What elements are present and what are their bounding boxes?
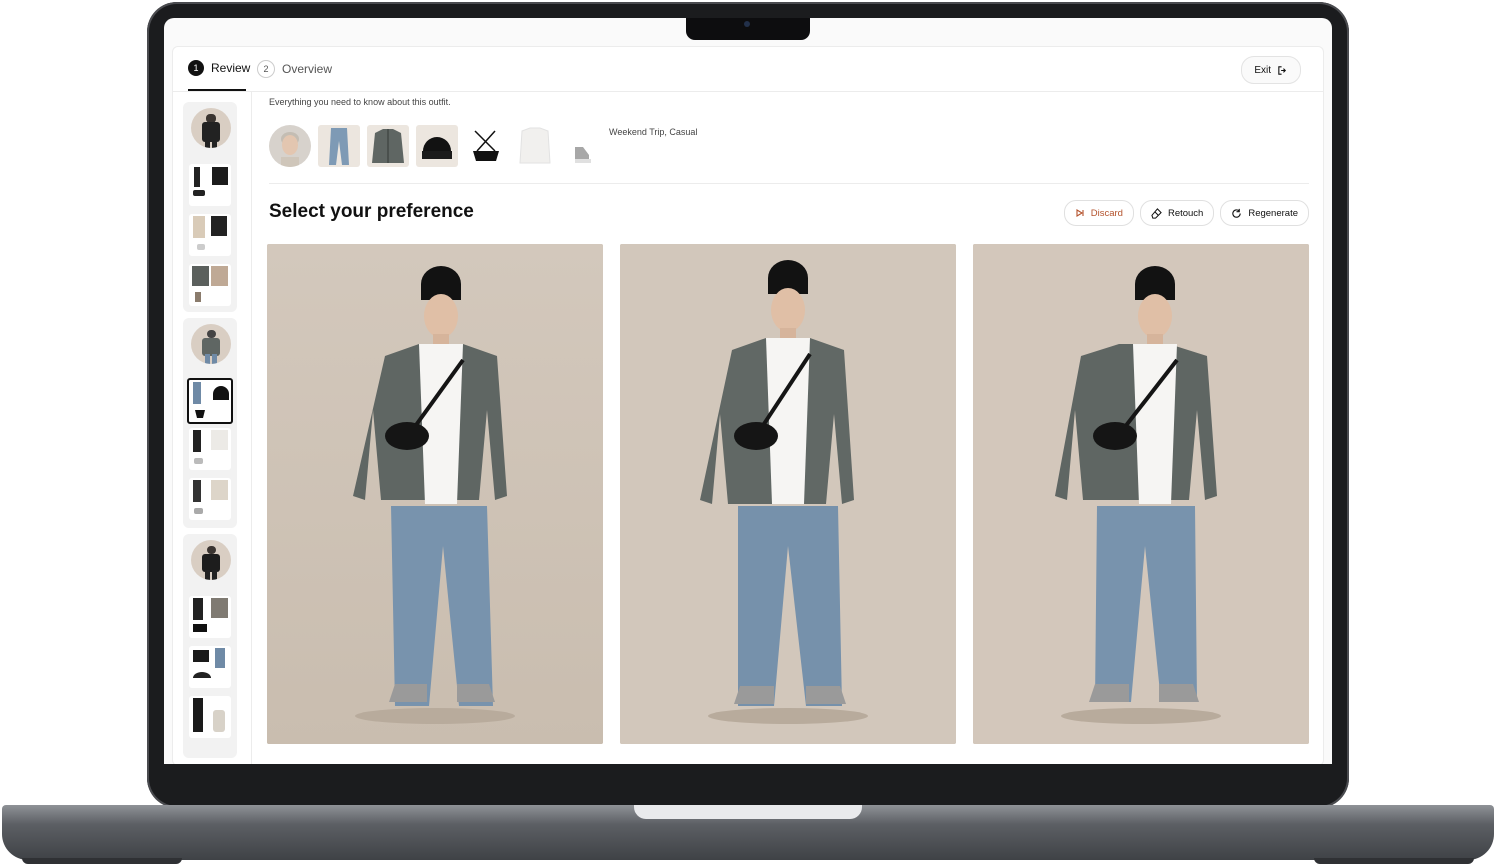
avatar: [191, 108, 231, 148]
base-notch: [634, 805, 862, 819]
retouch-label: Retouch: [1167, 207, 1204, 219]
laptop-foot: [22, 858, 182, 864]
camera-icon: [744, 21, 750, 27]
skip-icon: [1076, 209, 1084, 217]
item-sneakers[interactable]: [563, 125, 605, 167]
arrow-exit-icon: [1278, 65, 1287, 75]
outfit-group[interactable]: [183, 102, 237, 312]
generated-images: [267, 244, 1309, 744]
item-crossbody-bag[interactable]: [465, 125, 507, 167]
refresh-icon: [1232, 208, 1242, 218]
item-beanie[interactable]: [416, 125, 458, 167]
step-review[interactable]: 1 Review: [188, 60, 250, 76]
outfit-description: Everything you need to know about this o…: [269, 97, 451, 107]
regenerate-button[interactable]: Regenerate: [1220, 200, 1309, 226]
outfit-group[interactable]: [183, 534, 237, 758]
outfit-thumbnail-selected[interactable]: [187, 378, 233, 424]
generated-image-option[interactable]: [267, 244, 603, 744]
active-step-indicator: [188, 89, 246, 91]
regenerate-label: Regenerate: [1248, 207, 1298, 219]
section-title: Select your preference: [269, 201, 474, 222]
exit-label: Exit: [1254, 64, 1271, 76]
generated-image-option[interactable]: [620, 244, 956, 744]
camera-notch: [686, 18, 810, 40]
step-label: Review: [211, 61, 251, 75]
step-overview[interactable]: 2 Overview: [257, 60, 332, 78]
app-window: 1 Review 2 Overview Exit Everything you …: [172, 46, 1324, 764]
outfit-thumbnail[interactable]: [189, 264, 231, 306]
item-jeans[interactable]: [318, 125, 360, 167]
retouch-button[interactable]: Retouch: [1139, 200, 1215, 226]
outfit-thumbnail[interactable]: [189, 214, 231, 256]
step-number: 2: [257, 60, 275, 78]
item-tshirt[interactable]: [514, 125, 556, 167]
divider: [269, 183, 1309, 184]
laptop-foot: [1314, 858, 1474, 864]
outfit-thumbnail[interactable]: [189, 696, 231, 738]
outfit-thumbnail[interactable]: [189, 428, 231, 470]
outfit-thumbnail[interactable]: [189, 164, 231, 206]
outfit-items: [269, 125, 605, 167]
outfit-group[interactable]: [183, 318, 237, 528]
laptop-base: [2, 805, 1494, 864]
outfit-thumbnail[interactable]: [189, 646, 231, 688]
outfit-thumbnail[interactable]: [189, 596, 231, 638]
discard-label: Discard: [1090, 207, 1123, 219]
step-label: Overview: [282, 62, 333, 76]
screen: 1 Review 2 Overview Exit Everything you …: [164, 18, 1332, 764]
discard-button[interactable]: Discard: [1063, 200, 1134, 226]
outfit-thumbnail[interactable]: [189, 478, 231, 520]
exit-button[interactable]: Exit: [1241, 56, 1301, 84]
outfit-sidebar: [173, 92, 252, 764]
top-bar: 1 Review 2 Overview Exit: [173, 47, 1323, 92]
step-number: 1: [188, 60, 204, 76]
outfit-tags: Weekend Trip, Casual: [609, 127, 698, 137]
avatar: [191, 540, 231, 580]
model-avatar[interactable]: [269, 125, 311, 167]
laptop-frame: 1 Review 2 Overview Exit Everything you …: [0, 0, 1496, 864]
action-bar: Discard Retouch Regenerate: [1063, 200, 1309, 226]
eraser-icon: [1151, 207, 1162, 219]
item-shirt-jacket[interactable]: [367, 125, 409, 167]
avatar: [191, 324, 231, 364]
generated-image-option[interactable]: [973, 244, 1309, 744]
